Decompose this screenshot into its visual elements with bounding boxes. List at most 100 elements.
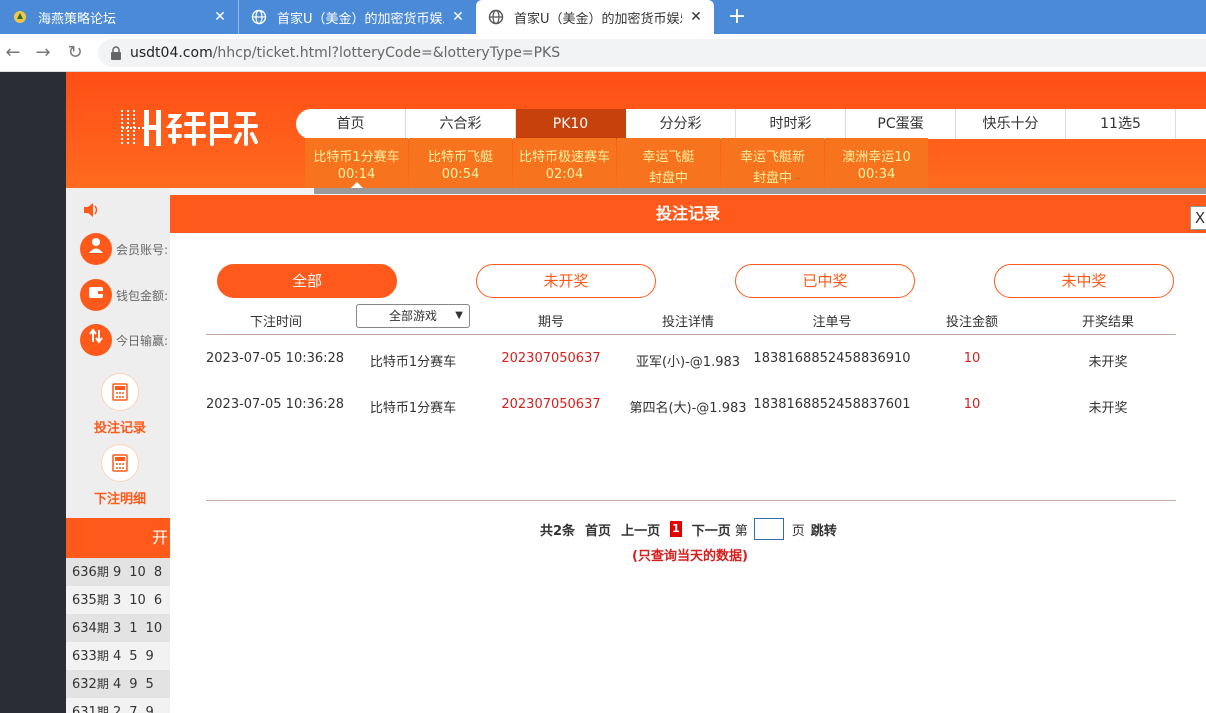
pager-jump-button[interactable]: 跳转 — [811, 520, 837, 539]
cell-amount: 10 — [963, 397, 981, 412]
draw-row: 633期 459 — [66, 642, 170, 670]
reload-icon[interactable]: ↻ — [64, 42, 86, 64]
account-label: 会员账号: — [116, 242, 169, 257]
subnav-countdown: 00:14 — [337, 167, 376, 182]
draw-number: 9 — [129, 677, 138, 692]
table-row[interactable]: 2023-07-05 10:36:28 比特币1分赛车 202307050637… — [206, 381, 1176, 427]
browser-tab-1[interactable]: 海燕策略论坛 ✕ — [0, 0, 238, 34]
subnav-game[interactable]: 幸运飞艇 封盘中 — [617, 138, 720, 188]
tab-close-icon[interactable]: ✕ — [688, 9, 704, 25]
nav-happy-ten[interactable]: 快乐十分 — [956, 109, 1066, 139]
tab-close-icon[interactable]: ✕ — [212, 9, 228, 25]
pager-prev-link[interactable]: 上一页 — [621, 520, 660, 539]
draw-number: 9 — [145, 649, 154, 664]
header-amount: 投注金额 — [945, 315, 998, 330]
tab-title: 首家U（美金）的加密货币娱乐城 — [277, 11, 444, 27]
bet-record-table: 下注时间 全部游戏 ▼ 期号 投注详情 注单号 投注金额 开奖结果 2023-0… — [206, 304, 1176, 427]
globe-icon — [251, 9, 267, 25]
draw-issue-unit: 期 — [96, 565, 109, 579]
draw-number: 6 — [153, 593, 163, 608]
nav-pk10[interactable]: PK10 — [516, 109, 626, 139]
modal-header: 投注记录 X — [170, 195, 1206, 233]
bet-detail-tool[interactable]: 下注明细 — [90, 444, 150, 507]
cell-issue: 202307050637 — [501, 351, 601, 366]
game-subnav: 比特币1分赛车 00:14 比特币飞艇 00:54 比特币极速赛车 02:04 … — [305, 138, 929, 188]
browser-tab-3-active[interactable]: 首家U（美金）的加密货币娱乐城 ✕ — [476, 0, 714, 34]
speaker-icon[interactable] — [82, 202, 102, 220]
draw-row: 636期 9 10 8 — [66, 558, 170, 586]
url-path: /hhcp/ticket.html?lotteryCode=&lotteryTy… — [212, 45, 561, 61]
nav-pc-egg[interactable]: PC蛋蛋 — [846, 109, 956, 139]
up-down-arrows-icon — [80, 324, 112, 356]
nav-home[interactable]: 首页 — [296, 109, 406, 139]
nav-time-lottery[interactable]: 时时彩 — [736, 109, 846, 139]
url-field[interactable]: usdt04.com/hhcp/ticket.html?lotteryCode=… — [98, 39, 1206, 67]
tab-close-icon[interactable]: ✕ — [450, 9, 466, 25]
modal-close-button[interactable]: X — [1190, 206, 1206, 230]
draw-number: 9 — [145, 705, 154, 713]
forward-arrow-icon[interactable]: → — [32, 42, 54, 64]
subnav-game[interactable]: 幸运飞艇新 封盘中 — [721, 138, 824, 188]
draw-results-list: 636期 9 10 8 635期 3 10 6 634期 3 1 10 633期 459 6… — [66, 558, 170, 713]
pager-current-page[interactable]: 1 — [670, 521, 682, 537]
subnav-game-name: 澳洲幸运10 — [842, 150, 911, 165]
subnav-game-name: 比特币飞艇 — [427, 150, 493, 165]
draw-issue-unit: 期 — [96, 593, 109, 607]
table-row[interactable]: 2023-07-05 10:36:28 比特币1分赛车 202307050637… — [206, 335, 1176, 381]
nav-minute-lottery[interactable]: 分分彩 — [626, 109, 736, 139]
subnav-game[interactable]: 比特币飞艇 00:54 — [409, 138, 512, 188]
subnav-countdown: 00:34 — [857, 167, 896, 182]
new-tab-button[interactable]: + — [724, 4, 750, 30]
subnav-game[interactable]: 比特币极速赛车 02:04 — [513, 138, 616, 188]
draw-number: 3 — [112, 621, 122, 636]
pager-total: 共2条 — [540, 523, 576, 539]
draw-number: 8 — [153, 565, 163, 580]
pager-next-link[interactable]: 下一页 — [692, 520, 731, 539]
header-detail: 投注详情 — [661, 315, 714, 330]
draw-issue-unit: 期 — [96, 705, 109, 713]
cell-time: 2023-07-05 10:36:28 — [206, 397, 345, 412]
subnav-game[interactable]: 比特币1分赛车 00:14 — [305, 138, 408, 188]
filter-pending-button[interactable]: 未开奖 — [476, 264, 656, 298]
back-arrow-icon[interactable]: ← — [2, 42, 24, 64]
calculator-icon — [101, 444, 139, 482]
filter-won-button[interactable]: 已中奖 — [735, 264, 915, 298]
subnav-game-name: 幸运飞艇 — [642, 150, 695, 165]
cell-game: 比特币1分赛车 — [369, 355, 457, 370]
header-result: 开奖结果 — [1081, 315, 1134, 330]
wallet-label: 钱包金额: — [116, 288, 169, 303]
today-only-note: (只查询当天的数据) — [632, 549, 748, 564]
draw-results-header: 开 — [66, 518, 170, 558]
bet-record-modal: 投注记录 X 全部 未开奖 已中奖 未中奖 下注时间 全部游戏 ▼ 期号 投注详… — [170, 195, 1206, 713]
main-nav: 首页 六合彩 PK10 分分彩 时时彩 PC蛋蛋 快乐十分 11选5 — [296, 109, 1206, 139]
draw-number: 2 — [112, 705, 122, 713]
chevron-down-icon: ▼ — [455, 310, 463, 321]
page-number-input[interactable] — [753, 518, 784, 540]
status-filters: 全部 未开奖 已中奖 未中奖 — [170, 264, 1206, 300]
cell-issue: 202307050637 — [501, 397, 601, 412]
nav-11-choose-5[interactable]: 11选5 — [1066, 109, 1176, 139]
game-filter-select[interactable]: 全部游戏 ▼ — [356, 304, 470, 328]
nav-mark-six[interactable]: 六合彩 — [406, 109, 516, 139]
site-logo[interactable] — [114, 106, 274, 150]
cell-time: 2023-07-05 10:36:28 — [206, 351, 345, 366]
draw-issue: 631 — [72, 705, 97, 713]
cell-result: 未开奖 — [1088, 401, 1128, 416]
draw-number: 1 — [129, 621, 138, 636]
filter-all-button[interactable]: 全部 — [217, 264, 397, 298]
header-order-no: 注单号 — [812, 315, 852, 330]
bet-record-tool[interactable]: 投注记录 — [90, 373, 150, 436]
pagination: 共2条 首页 上一页 1 下一页 第 页 跳转 — [540, 517, 847, 541]
left-dark-rail — [0, 72, 66, 713]
cell-order-no: 1838168852458837601 — [753, 397, 911, 412]
site-header: 首页 六合彩 PK10 分分彩 时时彩 PC蛋蛋 快乐十分 11选5 比特币1分… — [66, 72, 1206, 188]
filter-lost-button[interactable]: 未中奖 — [994, 264, 1174, 298]
draw-number: 9 — [112, 565, 122, 580]
draw-number: 3 — [112, 593, 122, 608]
pager-first-link[interactable]: 首页 — [585, 520, 611, 539]
subnav-game[interactable]: 澳洲幸运10 00:34 — [825, 138, 928, 188]
wallet-row: 钱包金额: — [80, 278, 168, 312]
pager-page-prefix: 第 — [734, 523, 748, 539]
browser-tab-2[interactable]: 首家U（美金）的加密货币娱乐城 ✕ — [238, 0, 476, 34]
subnav-countdown: 封盘中 — [648, 171, 688, 186]
